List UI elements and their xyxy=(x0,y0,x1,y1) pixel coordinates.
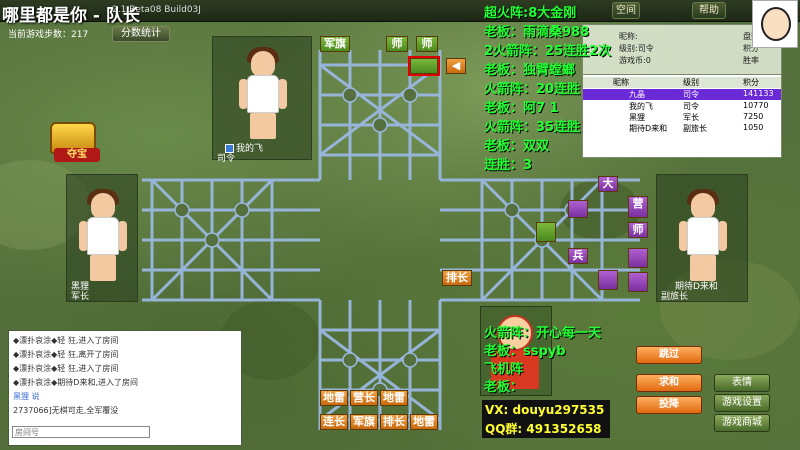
qq-contact: QQ群: 491352658 xyxy=(485,422,602,436)
overlay-line: 火箭阵：35连胜 xyxy=(484,120,581,135)
chat-user: 黑狸 说 xyxy=(13,392,40,401)
level-label: 级别:司令 xyxy=(619,44,654,53)
board-piece[interactable]: 大 xyxy=(598,176,618,192)
chat-line: 2737066]无棋可走,全军覆没 xyxy=(13,406,119,415)
coins-label: 游戏币:0 xyxy=(619,56,651,65)
board-piece[interactable]: 军旗 xyxy=(320,36,350,52)
table-row[interactable]: 黑狸 军长 7250 xyxy=(583,112,781,123)
board-piece[interactable]: 营长 xyxy=(350,390,378,406)
vx-contact: VX: douyu297535 xyxy=(485,403,605,417)
chat-line: ◆漂扑哀涂◆轻 狂,离开了房间 xyxy=(13,350,119,359)
space-button[interactable]: 空间 xyxy=(612,2,640,19)
avatar xyxy=(77,189,129,283)
board-piece[interactable]: 军旗 xyxy=(350,414,378,430)
chat-line: ◆漂扑哀涂◆期待D来和,进入了房间 xyxy=(13,378,139,387)
stat-label: 胜率 xyxy=(743,56,759,65)
table-header: 昵称 级别 积分 xyxy=(583,77,781,88)
board-piece[interactable]: 营 xyxy=(628,196,648,218)
overlay-line: 老板：独臂螳螂 xyxy=(484,63,576,78)
board-piece[interactable]: 地雷 xyxy=(320,390,348,406)
title-bar: 哪里都是你 - 队长 2.1 Beta08 Build03J 空间 帮助 xyxy=(0,0,800,26)
overlay-line: 连胜：3 xyxy=(484,158,533,173)
player-rank: 副旅长 xyxy=(661,292,689,302)
help-button[interactable]: 帮助 xyxy=(692,2,726,19)
user-avatar xyxy=(752,0,798,48)
overlay-line: 飞机阵 xyxy=(484,362,524,377)
player-panel-right: 期待D来和 副旅长 xyxy=(656,174,748,302)
board-piece[interactable] xyxy=(536,222,556,242)
table-row[interactable]: 期待D来和 副旅长 1050 xyxy=(583,123,781,134)
game-mall-button[interactable]: 游戏商城 xyxy=(714,414,770,432)
player-panel-left: 黑狸 军长 xyxy=(66,174,138,302)
avatar xyxy=(677,189,729,283)
board-piece[interactable]: 连长 xyxy=(320,414,348,430)
chat-line: ◆漂扑哀涂◆轻 狂,进入了房间 xyxy=(13,364,119,373)
game-settings-button[interactable]: 游戏设置 xyxy=(714,394,770,412)
overlay-line: 老板：sspyb xyxy=(484,344,566,359)
board-piece[interactable] xyxy=(568,200,588,218)
treasure-label: 夺宝 xyxy=(54,148,100,162)
board-piece[interactable]: 师 xyxy=(386,36,408,52)
emote-button[interactable]: 表情 xyxy=(714,374,770,392)
player-list[interactable]: 昵称 级别 积分 九晶 司令 141133 我的飞 司令 10770 黑狸 军长… xyxy=(582,74,782,158)
board-piece[interactable] xyxy=(628,272,648,292)
board-piece[interactable] xyxy=(628,248,648,268)
player-rank: 军长 xyxy=(71,292,90,302)
version-label: 2.1 Beta08 Build03J xyxy=(112,5,201,15)
overlay-line: 老板： xyxy=(484,380,524,395)
nickname-label: 昵称: xyxy=(619,32,638,41)
overlay-line: 2火箭阵：25连胜2次 xyxy=(484,44,612,59)
board-piece[interactable] xyxy=(598,270,618,290)
surrender-button[interactable]: 投降 xyxy=(636,396,702,414)
board-piece[interactable]: 地雷 xyxy=(380,390,408,406)
board-piece[interactable]: 兵 xyxy=(568,248,588,264)
board-piece[interactable]: 地雷 xyxy=(410,414,438,430)
board-piece[interactable]: 师 xyxy=(628,222,648,238)
contact-box: VX: douyu297535 QQ群: 491352658 xyxy=(482,400,610,438)
overlay-line: 老板：阿7 1 xyxy=(484,101,559,116)
game-window: { "window": { "title": "哪里都是你 - 队长", "ve… xyxy=(0,0,800,450)
board-piece[interactable]: 排长 xyxy=(380,414,408,430)
skip-button[interactable]: 跳过 xyxy=(636,346,702,364)
overlay-line: 超火阵:8大金刚 xyxy=(484,6,577,21)
room-number-input[interactable]: 房间号 xyxy=(12,426,150,438)
treasure-button[interactable]: 夺宝 xyxy=(44,118,104,164)
peace-button[interactable]: 求和 xyxy=(636,374,702,392)
selected-piece[interactable] xyxy=(408,56,440,76)
board-piece[interactable]: 排长 xyxy=(442,270,472,286)
overlay-line: 火箭阵：开心每一天 xyxy=(484,326,602,341)
table-row[interactable]: 我的飞 司令 10770 xyxy=(583,101,781,112)
overlay-line: 老板：雨滴桑988 xyxy=(484,25,590,40)
step-counter: 当前游戏步数：217 xyxy=(8,30,89,40)
table-row[interactable]: 九晶 司令 141133 xyxy=(583,89,781,100)
overlay-line: 老板：双双 xyxy=(484,139,550,154)
board-piece[interactable]: 师 xyxy=(416,36,438,52)
chat-line: ◆漂扑哀涂◆轻 狂,进入了房间 xyxy=(13,336,119,345)
overlay-line: 火箭阵：20连胜 xyxy=(484,82,581,97)
arrow-marker-icon: ◀ xyxy=(446,58,466,74)
